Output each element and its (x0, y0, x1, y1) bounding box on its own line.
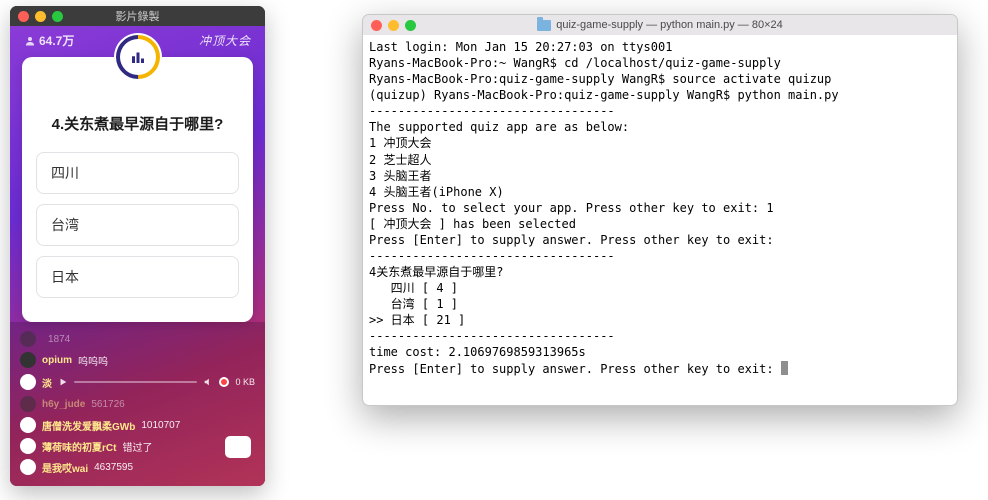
chat-line: 1874 (20, 331, 255, 347)
audio-message[interactable]: 0 KB (58, 373, 255, 391)
avatar (20, 352, 36, 368)
close-icon[interactable] (18, 11, 29, 22)
volume-icon (203, 377, 213, 387)
chat-user: 是我哎wai (42, 460, 88, 475)
bar-chart-icon (129, 48, 147, 66)
quiz-option-2[interactable]: 台湾 (36, 204, 239, 246)
terminal-cursor (781, 361, 788, 375)
app-brand: 冲顶大会 (199, 32, 251, 49)
record-icon (219, 377, 229, 387)
play-icon (58, 377, 68, 387)
terminal-title-text: quiz-game-supply — python main.py — 80×2… (556, 19, 783, 31)
terminal-output: Last login: Mon Jan 15 20:27:03 on ttys0… (369, 40, 839, 376)
audio-track (74, 381, 197, 383)
chat-line: opium 呜呜呜 (20, 352, 255, 368)
terminal-title: quiz-game-supply — python main.py — 80×2… (363, 19, 957, 31)
terminal-body[interactable]: Last login: Mon Jan 15 20:27:03 on ttys0… (363, 35, 957, 405)
chat-line: 是我哎wai 4637595 (20, 459, 255, 475)
chat-line: 淡 0 KB (20, 373, 255, 391)
chat-user: 淡 (42, 375, 52, 390)
avatar (20, 459, 36, 475)
quiz-question: 4.关东煮最早源自于哪里? (36, 113, 239, 134)
avatar (20, 417, 36, 433)
close-icon[interactable] (371, 20, 382, 31)
viewer-count: 64.7万 (24, 32, 74, 49)
quiz-option-3[interactable]: 日本 (36, 256, 239, 298)
chat-line: 薄荷味的初夏rCt 错过了 (20, 438, 255, 454)
quiz-option-1[interactable]: 四川 (36, 152, 239, 194)
chat-user: 薄荷味的初夏rCt (42, 439, 116, 454)
terminal-titlebar[interactable]: quiz-game-supply — python main.py — 80×2… (363, 15, 957, 35)
chat-text: 561726 (91, 399, 124, 410)
chat-user: 唐僧洗发爱飘柔GWb (42, 418, 135, 433)
viewer-count-value: 64.7万 (39, 32, 74, 49)
folder-icon (537, 20, 551, 31)
chat-user: opium (42, 355, 72, 366)
avatar (20, 396, 36, 412)
phone-screen: 64.7万 冲顶大会 4.关东煮最早源自于哪里? 四川 台湾 日本 1874 (10, 26, 265, 486)
zoom-icon[interactable] (52, 11, 63, 22)
terminal-window: quiz-game-supply — python main.py — 80×2… (362, 14, 958, 406)
phone-recording-window: 影片錄製 64.7万 冲顶大会 4.关东煮最早源自于哪里? 四川 台湾 日本 (10, 6, 265, 486)
chat-line: 唐僧洗发爱飘柔GWb 1010707 (20, 417, 255, 433)
minimize-icon[interactable] (35, 11, 46, 22)
chat-text: 4637595 (94, 462, 133, 473)
chat-line: h6y_jude 561726 (20, 396, 255, 412)
avatar (20, 374, 36, 390)
minimize-icon[interactable] (388, 20, 399, 31)
phone-window-title: 影片錄製 (10, 8, 265, 24)
zoom-icon[interactable] (405, 20, 416, 31)
audio-size: 0 KB (235, 377, 255, 387)
avatar (20, 331, 36, 347)
chat-text: 1874 (48, 334, 70, 345)
chat-text: 错过了 (122, 439, 152, 454)
live-chat: 1874 opium 呜呜呜 淡 0 KB h6y_j (10, 322, 265, 486)
chat-user: h6y_jude (42, 399, 85, 410)
comment-button[interactable] (225, 436, 251, 458)
phone-window-titlebar[interactable]: 影片錄製 (10, 6, 265, 26)
quiz-card: 4.关东煮最早源自于哪里? 四川 台湾 日本 (22, 57, 253, 322)
person-icon (24, 35, 36, 47)
chat-text: 呜呜呜 (78, 353, 108, 368)
avatar (20, 438, 36, 454)
chat-text: 1010707 (141, 420, 180, 431)
poll-badge (114, 33, 162, 81)
